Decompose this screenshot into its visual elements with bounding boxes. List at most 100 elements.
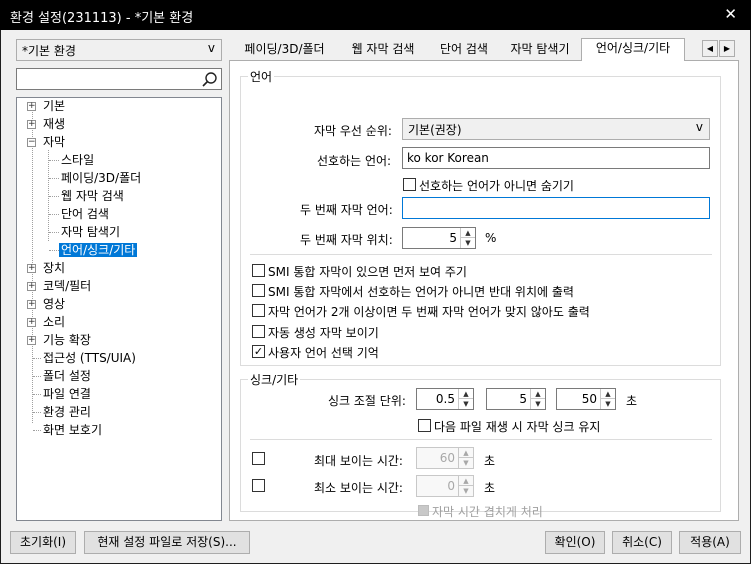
- spin-down-icon[interactable]: ▼: [459, 458, 473, 468]
- tree-item-device[interactable]: + 장치: [27, 260, 65, 277]
- second-position-stepper[interactable]: 5 ▲ ▼: [402, 227, 476, 249]
- spin-up-icon[interactable]: ▲: [601, 389, 615, 399]
- tree-item-label-selected: 언어/싱크/기타: [59, 243, 138, 257]
- tree-item-language-sync[interactable]: 언어/싱크/기타: [59, 242, 138, 259]
- tab-web-search[interactable]: 웹 자막 검색: [337, 40, 429, 60]
- overlap-label: 자막 시간 겹치게 처리: [432, 505, 543, 519]
- sync-unit-stepper-2[interactable]: 5 ▲ ▼: [486, 388, 546, 410]
- search-icon[interactable]: [201, 71, 218, 88]
- close-icon[interactable]: ✕: [724, 5, 737, 23]
- tree-item-label: 자막: [43, 135, 66, 149]
- tab-language-sync[interactable]: 언어/싱크/기타: [581, 38, 685, 61]
- spin-up-icon[interactable]: ▲: [461, 228, 475, 238]
- tree-item-video[interactable]: + 영상: [27, 296, 65, 313]
- tree-item-basic[interactable]: + 기본: [27, 98, 65, 115]
- apply-button[interactable]: 적용(A): [679, 531, 741, 554]
- preset-dropdown[interactable]: *기본 환경 v: [16, 39, 222, 61]
- second-lang-label: 두 번째 자막 언어:: [300, 203, 393, 217]
- tree-item-codec[interactable]: + 코덱/필터: [27, 278, 91, 295]
- min-time-checkbox[interactable]: [252, 479, 265, 492]
- tree-item-fading[interactable]: 페이딩/3D/폴더: [61, 170, 141, 187]
- tree-item-env-manage[interactable]: 환경 관리: [43, 404, 91, 421]
- expand-icon[interactable]: +: [27, 300, 36, 309]
- option-checkbox-3[interactable]: [252, 325, 265, 338]
- max-time-label: 최대 보이는 시간:: [314, 454, 403, 468]
- expand-icon[interactable]: +: [27, 120, 36, 129]
- collapse-icon[interactable]: −: [27, 138, 36, 147]
- tree-item-label: 단어 검색: [61, 207, 109, 221]
- sync-unit-value-1: 0.5: [435, 392, 455, 406]
- max-time-checkbox[interactable]: [252, 452, 265, 465]
- tree-item-label: 영상: [43, 297, 66, 311]
- ok-button[interactable]: 확인(O): [545, 531, 605, 554]
- tree-item-screensaver[interactable]: 화면 보호기: [43, 422, 102, 439]
- spin-up-icon[interactable]: ▲: [459, 389, 473, 399]
- keep-sync-checkbox[interactable]: [418, 419, 431, 432]
- save-current-button[interactable]: 현재 설정 파일로 저장(S)...: [84, 531, 250, 554]
- tree-item-explorer[interactable]: 자막 탐색기: [61, 224, 120, 241]
- tab-scroll-right-icon[interactable]: ▶: [719, 40, 735, 57]
- tree-item-label: 화면 보호기: [43, 423, 103, 437]
- tree-item-label: 소리: [43, 315, 66, 329]
- second-pos-unit: %: [485, 231, 497, 245]
- hide-checkbox[interactable]: [403, 178, 416, 191]
- tree-item-style[interactable]: 스타일: [61, 152, 94, 169]
- expand-icon[interactable]: +: [27, 264, 36, 273]
- title-bar: 환경 설정(231113) - *기본 환경 ✕: [0, 0, 751, 30]
- reset-button[interactable]: 초기화(I): [10, 531, 76, 554]
- spin-up-icon[interactable]: ▲: [459, 476, 473, 486]
- expand-icon[interactable]: +: [27, 102, 36, 111]
- priority-value: 기본(권장): [408, 123, 462, 137]
- sync-unit-value-2: 5: [519, 392, 527, 406]
- search-input[interactable]: [16, 68, 222, 90]
- preferred-language-field[interactable]: ko kor Korean: [402, 147, 710, 169]
- spin-down-icon[interactable]: ▼: [531, 399, 545, 409]
- spin-down-icon[interactable]: ▼: [601, 399, 615, 409]
- tree-item-web-search[interactable]: 웹 자막 검색: [61, 188, 124, 205]
- expand-icon[interactable]: +: [27, 336, 36, 345]
- sync-unit-value-3: 50: [581, 392, 597, 406]
- tab-scroll-left-icon[interactable]: ◀: [702, 40, 718, 57]
- tree-item-extensions[interactable]: + 기능 확장: [27, 332, 91, 349]
- tree-item-label: 환경 관리: [43, 405, 91, 419]
- option-checkbox-2[interactable]: [252, 304, 265, 317]
- option-checkbox-4[interactable]: ✓: [252, 345, 265, 358]
- tab-subtitle-explorer[interactable]: 자막 탐색기: [499, 40, 581, 60]
- preset-value: *기본 환경: [22, 44, 76, 58]
- tree-guide-line: [33, 376, 41, 377]
- priority-dropdown[interactable]: 기본(권장) v: [402, 118, 710, 140]
- tree-item-word-search[interactable]: 단어 검색: [61, 206, 109, 223]
- sync-group-title: 싱크/기타: [248, 371, 301, 388]
- min-time-stepper[interactable]: 0 ▲ ▼: [416, 475, 474, 497]
- max-time-stepper[interactable]: 60 ▲ ▼: [416, 447, 474, 469]
- spin-down-icon[interactable]: ▼: [461, 238, 475, 248]
- sync-unit-stepper-3[interactable]: 50 ▲ ▼: [556, 388, 616, 410]
- sync-unit-stepper-1[interactable]: 0.5 ▲ ▼: [416, 388, 474, 410]
- spin-up-icon[interactable]: ▲: [531, 389, 545, 399]
- settings-tree[interactable]: + 기본 + 재생 − 자막 스타일 페이딩/3D/폴더 웹 자막 검색 단어 …: [16, 97, 222, 521]
- option-checkbox-0[interactable]: [252, 264, 265, 277]
- spin-up-icon[interactable]: ▲: [459, 448, 473, 458]
- tree-item-folders[interactable]: 폴더 설정: [43, 368, 91, 385]
- spin-down-icon[interactable]: ▼: [459, 399, 473, 409]
- tree-item-accessibility[interactable]: 접근성 (TTS/UIA): [43, 350, 136, 367]
- tab-fading[interactable]: 페이딩/3D/폴더: [233, 40, 336, 60]
- dialog-client: *기본 환경 v + 기본 + 재생 − 자막 스타일 페이딩/3D/폴더 웹 …: [1, 30, 750, 563]
- tree-item-playback[interactable]: + 재생: [27, 116, 65, 133]
- cancel-button[interactable]: 취소(C): [612, 531, 672, 554]
- tree-item-subtitle[interactable]: − 자막: [27, 134, 65, 151]
- tab-word-search[interactable]: 단어 검색: [429, 40, 499, 60]
- tree-item-file-assoc[interactable]: 파일 연결: [43, 386, 91, 403]
- spin-down-icon[interactable]: ▼: [459, 486, 473, 496]
- min-time-label: 최소 보이는 시간:: [314, 481, 403, 495]
- overlap-checkbox[interactable]: [418, 505, 429, 516]
- tree-item-audio[interactable]: + 소리: [27, 314, 65, 331]
- expand-icon[interactable]: +: [27, 318, 36, 327]
- option-label-2: 자막 언어가 2개 이상이면 두 번째 자막 언어가 맞지 않아도 출력: [268, 305, 590, 319]
- expand-icon[interactable]: +: [27, 282, 36, 291]
- second-language-field[interactable]: [402, 197, 710, 219]
- option-checkbox-1[interactable]: [252, 284, 265, 297]
- tree-item-label: 웹 자막 검색: [61, 189, 124, 203]
- tree-item-label: 기능 확장: [43, 333, 91, 347]
- max-time-unit: 초: [484, 454, 496, 468]
